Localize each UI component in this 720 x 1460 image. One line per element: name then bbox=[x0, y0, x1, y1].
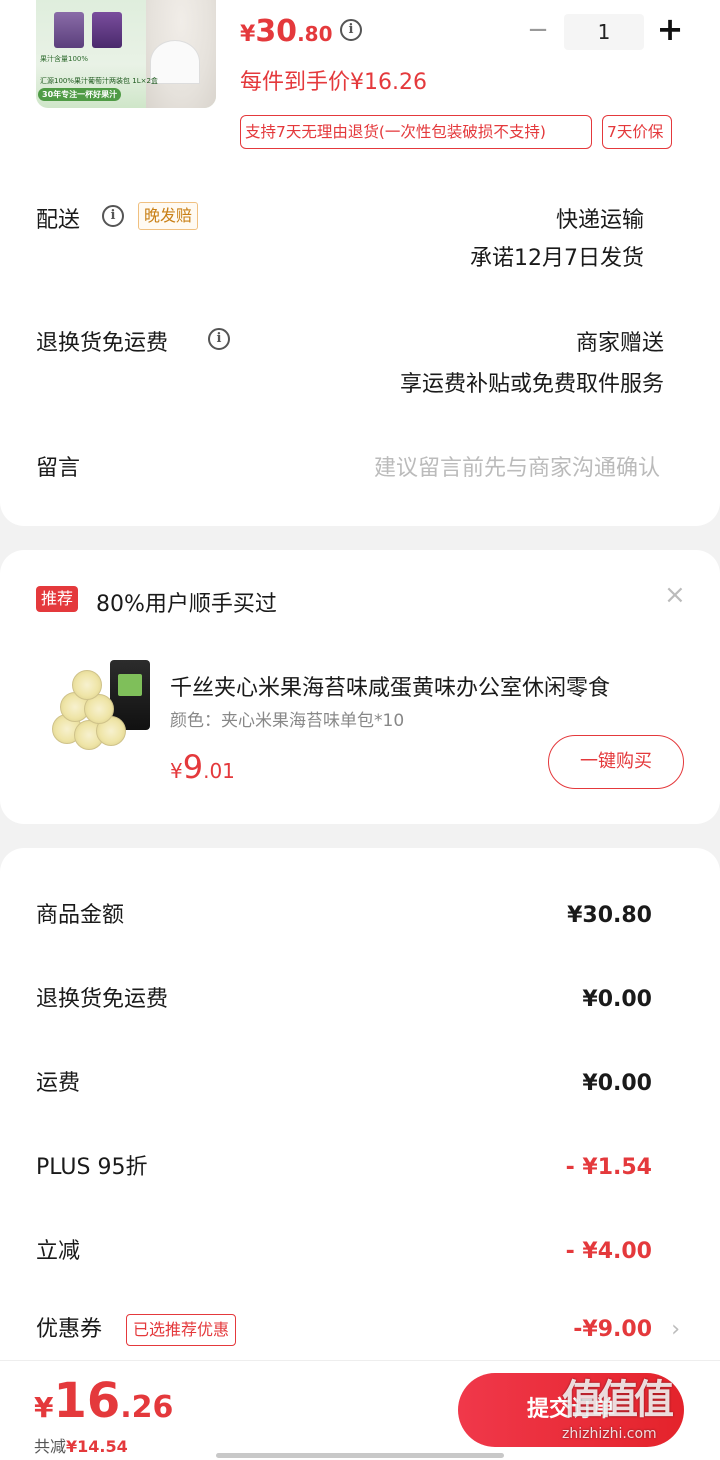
currency-symbol: ¥ bbox=[170, 759, 183, 783]
juice-box-image bbox=[54, 12, 84, 48]
product-price: ¥30.80 bbox=[240, 14, 333, 49]
currency-symbol: ¥ bbox=[34, 1391, 54, 1424]
thumbnail-slogan: 30年专注一杯好果汁 bbox=[38, 88, 122, 101]
price-integer: 9 bbox=[182, 748, 204, 786]
one-click-buy-button[interactable]: 一键购买 bbox=[548, 735, 684, 789]
summary-label: 运费 bbox=[36, 1071, 81, 1096]
recommend-product-attr: 颜色：夹心米果海苔味单包*10 bbox=[170, 711, 405, 731]
total-price: ¥16.26 bbox=[34, 1373, 173, 1429]
order-item-card: 汇源100%果汁葡萄汁两装包 1L×2盒 果汁含量100% 30年专注一杯好果汁… bbox=[0, 0, 720, 526]
saved-value: ¥14.54 bbox=[66, 1437, 128, 1456]
price-protect-tag: 7天价保 bbox=[602, 115, 672, 149]
watermark-logo: 值值值 bbox=[562, 1377, 674, 1423]
thumbnail-caption: 果汁含量100% bbox=[40, 55, 89, 63]
summary-row: 运费 ¥0.00 bbox=[0, 1064, 720, 1104]
increase-quantity-button[interactable]: + bbox=[656, 13, 684, 46]
delivery-method[interactable]: 快递运输 bbox=[556, 202, 644, 234]
summary-label: PLUS 95折 bbox=[36, 1155, 148, 1180]
recommend-card: 推荐 80%用户顺手买过 × 千丝夹心米果海苔味咸蛋黄味办公室休闲零食 颜色：夹… bbox=[0, 550, 720, 824]
message-label: 留言 bbox=[36, 456, 81, 481]
price-summary-card: 商品金额 ¥30.80 退换货免运费 ¥0.00 运费 ¥0.00 PLUS 9… bbox=[0, 848, 720, 1368]
chevron-right-icon[interactable]: › bbox=[671, 1310, 680, 1350]
recommend-title: 80%用户顺手买过 bbox=[96, 592, 277, 617]
summary-value: ¥0.00 bbox=[582, 987, 652, 1012]
summary-row: 立减 - ¥4.00 bbox=[0, 1232, 720, 1272]
recommend-badge: 推荐 bbox=[36, 586, 79, 612]
coupon-selected-tag: 已选推荐优惠 bbox=[126, 1314, 237, 1346]
price-decimal: .01 bbox=[203, 759, 235, 783]
delivery-promise: 承诺12月7日发货 bbox=[470, 246, 644, 271]
price-integer: 30 bbox=[255, 14, 298, 49]
delivery-label: 配送 bbox=[36, 208, 81, 233]
return-shipping-desc: 享运费补贴或免费取件服务 bbox=[399, 372, 664, 397]
summary-value: ¥0.00 bbox=[582, 1071, 652, 1096]
thumbnail-caption: 汇源100%果汁葡萄汁两装包 1L×2盒 bbox=[40, 77, 158, 85]
summary-label: 商品金额 bbox=[36, 903, 125, 928]
product-thumbnail[interactable]: 汇源100%果汁葡萄汁两装包 1L×2盒 果汁含量100% 30年专注一杯好果汁 bbox=[36, 0, 216, 108]
currency-symbol: ¥ bbox=[240, 22, 256, 47]
coupon-row[interactable]: 优惠券 已选推荐优惠 -¥9.00 › bbox=[0, 1310, 720, 1350]
price-decimal: .26 bbox=[120, 1390, 174, 1425]
summary-label: 退换货免运费 bbox=[36, 987, 169, 1012]
watermark-url: zhizhizhi.com bbox=[562, 1426, 657, 1442]
unit-price-text: 每件到手价¥16.26 bbox=[240, 70, 427, 95]
summary-value: ¥30.80 bbox=[567, 903, 652, 928]
summary-value: - ¥4.00 bbox=[565, 1239, 652, 1264]
summary-row: 商品金额 ¥30.80 bbox=[0, 896, 720, 936]
recommend-product-price: ¥9.01 bbox=[170, 748, 235, 786]
info-icon[interactable]: i bbox=[208, 328, 230, 350]
price-decimal: .80 bbox=[297, 22, 333, 46]
summary-value: -¥9.00 bbox=[573, 1317, 652, 1342]
price-integer: 16 bbox=[53, 1373, 121, 1429]
return-policy-tag: 支持7天无理由退货(一次性包装破损不支持) bbox=[240, 115, 592, 149]
recommend-product-image[interactable] bbox=[46, 660, 150, 756]
close-icon[interactable]: × bbox=[664, 582, 686, 608]
recommend-product-name[interactable]: 千丝夹心米果海苔味咸蛋黄味办公室休闲零食 bbox=[170, 670, 670, 702]
return-shipping-label: 退换货免运费 bbox=[36, 331, 169, 356]
late-compensation-tag: 晚发赔 bbox=[138, 202, 199, 230]
saved-label: 共减 bbox=[34, 1437, 67, 1456]
info-icon[interactable]: i bbox=[340, 19, 362, 41]
site-watermark: 值值值 zhizhizhi.com bbox=[562, 1376, 712, 1460]
juice-box-image bbox=[92, 12, 122, 48]
summary-row: PLUS 95折 - ¥1.54 bbox=[0, 1148, 720, 1188]
summary-label: 立减 bbox=[36, 1239, 81, 1264]
message-input[interactable]: 建议留言前先与商家沟通确认 bbox=[374, 450, 660, 482]
home-indicator[interactable] bbox=[216, 1453, 504, 1458]
quantity-input[interactable]: 1 bbox=[564, 14, 644, 50]
info-icon[interactable]: i bbox=[102, 205, 124, 227]
summary-value: - ¥1.54 bbox=[565, 1155, 652, 1180]
decrease-quantity-button[interactable]: − bbox=[526, 17, 550, 44]
return-shipping-value: 商家赠送 bbox=[575, 331, 664, 356]
summary-label: 优惠券 bbox=[36, 1317, 103, 1342]
total-saved: 共减¥14.54 bbox=[34, 1433, 128, 1457]
summary-row: 退换货免运费 ¥0.00 bbox=[0, 980, 720, 1020]
